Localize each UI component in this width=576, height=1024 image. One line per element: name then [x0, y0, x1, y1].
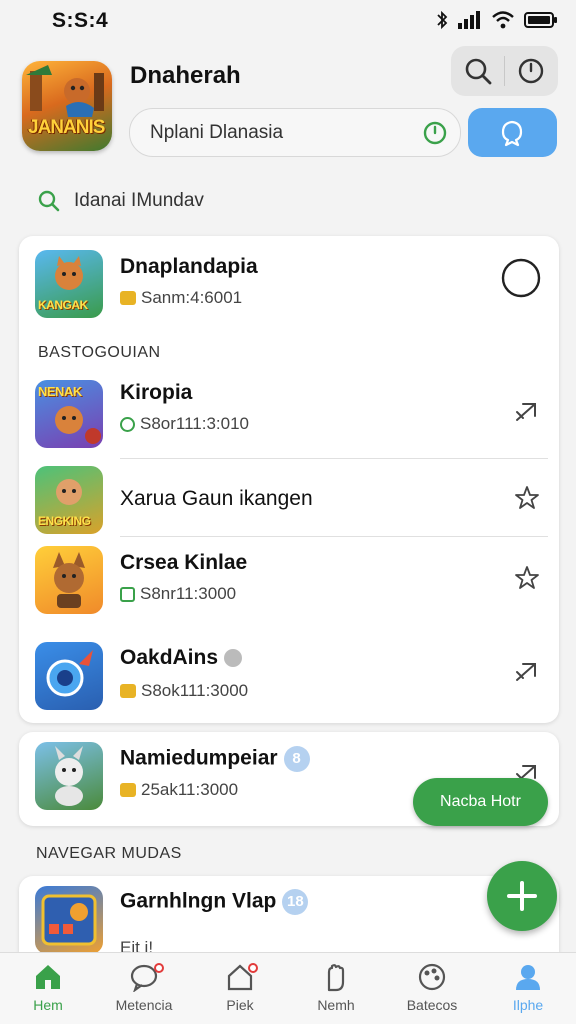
divider [120, 458, 548, 459]
nav-label: Nemh [317, 997, 355, 1013]
green-square-icon [120, 586, 135, 602]
nav-item-chat[interactable]: Metencia [96, 953, 192, 1024]
item-name-text: Garnhlngn Vlap [120, 889, 277, 913]
send-icon[interactable] [513, 398, 541, 431]
thumbnail-text: NENAK [38, 384, 82, 399]
item-sub: S8or111:3:010 [120, 414, 249, 434]
app-title: Dnaherah [130, 62, 241, 89]
add-button[interactable] [487, 861, 557, 931]
action-pill-button[interactable]: Nacba Hotr [413, 778, 548, 826]
count-pill: 8 [283, 746, 310, 772]
star-icon[interactable] [513, 484, 541, 517]
featured-row[interactable]: KANGAK Dnaplandapia Sanm:4:6001 [19, 236, 559, 336]
game-thumbnail [35, 642, 103, 710]
radio-circle-icon[interactable] [501, 258, 541, 303]
clock-icon[interactable] [516, 56, 546, 86]
nav-item-palette[interactable]: Batecos [384, 953, 480, 1024]
item-name: Namiedumpeiar 8 [120, 746, 310, 772]
item-sub-text: S8ok111:3000 [141, 681, 249, 700]
list-item[interactable]: Crsea Kinlae S8nr11:3000 [19, 542, 559, 628]
header-icon-group [451, 46, 558, 96]
item-name: Crsea Kinlae [120, 551, 248, 574]
nav-label: Batecos [406, 997, 458, 1013]
filter-label: Idanai IMundav [74, 190, 204, 211]
game-thumbnail: NENAK [35, 380, 103, 448]
search-icon[interactable] [463, 56, 493, 86]
filter-row[interactable]: Idanai IMundav [20, 180, 556, 222]
status-time: S:S:4 [52, 9, 109, 32]
profile-button[interactable] [468, 108, 557, 157]
search-value: Nplani Dlanasia [150, 122, 284, 143]
list-item[interactable]: OakdAins S8ok111:3000 [19, 638, 559, 722]
item-name: Xarua Gaun ikangen [120, 487, 313, 510]
item-name: Garnhlngn Vlap 18 [120, 889, 309, 915]
item-sub-text: 25ak11:3000 [141, 780, 239, 799]
item-sub: 25ak11:3000 [120, 780, 238, 800]
list-item[interactable]: NENAK Kiropia S8or111:3:010 [19, 376, 559, 458]
list-card: KANGAK Dnaplandapia Sanm:4:6001 BASTOGOU… [19, 236, 559, 723]
bottom-nav: Hem Metencia Piek Nemh Batecos Ilphe [0, 952, 576, 1024]
star-icon[interactable] [513, 564, 541, 597]
search-icon [37, 189, 61, 218]
game-thumbnail [35, 886, 103, 954]
app-icon-text: JANANIS [28, 117, 105, 138]
search-input[interactable]: Nplani Dlanasia [129, 108, 461, 157]
yellow-badge-icon [120, 291, 136, 305]
notification-dot [154, 963, 164, 973]
item-name: OakdAins [120, 646, 243, 670]
nav-item-profile[interactable]: Ilphe [480, 953, 576, 1024]
nav-item-home[interactable]: Hem [0, 953, 96, 1024]
yellow-badge-icon [120, 783, 136, 797]
game-thumbnail [35, 546, 103, 614]
thumbnail-text: ENGKING [38, 514, 91, 528]
nav-label: Piek [226, 997, 254, 1013]
timer-icon[interactable] [422, 120, 448, 151]
item-sub-text: Sanm:4:6001 [141, 288, 243, 307]
nav-label: Metencia [115, 997, 173, 1013]
info-pill [224, 649, 243, 668]
item-name-text: OakdAins [120, 646, 219, 669]
item-sub: Sanm:4:6001 [120, 288, 242, 308]
wifi-icon [492, 11, 514, 29]
nav-label: Ilphe [512, 997, 544, 1013]
game-thumbnail: KANGAK [35, 250, 103, 318]
game-thumbnail [35, 742, 103, 810]
item-sub-text: S8or111:3:010 [140, 414, 250, 433]
item-sub: S8ok111:3000 [120, 681, 248, 701]
item-sub-text: S8nr11:3000 [140, 584, 237, 603]
game-thumbnail: ENGKING [35, 466, 103, 534]
status-bar: S:S:4 [0, 0, 576, 40]
list-item[interactable]: ENGKING Xarua Gaun ikangen [19, 462, 559, 536]
battery-icon [524, 11, 558, 29]
notification-dot [248, 963, 258, 973]
section-heading: NAVEGAR MUDAS [36, 845, 182, 862]
divider [120, 536, 548, 537]
item-name: Dnaplandapia [120, 255, 258, 278]
count-pill: 18 [282, 889, 309, 915]
bluetooth-icon [436, 10, 448, 30]
item-sub: S8nr11:3000 [120, 584, 236, 604]
item-name: Kiropia [120, 381, 193, 404]
nav-item-hand[interactable]: Nemh [288, 953, 384, 1024]
signal-icon [458, 11, 482, 29]
green-circle-icon [120, 416, 135, 432]
thumbnail-text: KANGAK [38, 298, 88, 312]
yellow-badge-icon [120, 684, 136, 698]
icon-separator [504, 56, 505, 86]
send-icon[interactable] [513, 658, 541, 691]
item-name-text: Namiedumpeiar [120, 746, 278, 770]
nav-item-house[interactable]: Piek [192, 953, 288, 1024]
nav-label: Hem [33, 997, 63, 1013]
section-heading: BASTOGOUIAN [38, 344, 161, 361]
app-icon[interactable]: JANANIS [22, 61, 112, 151]
